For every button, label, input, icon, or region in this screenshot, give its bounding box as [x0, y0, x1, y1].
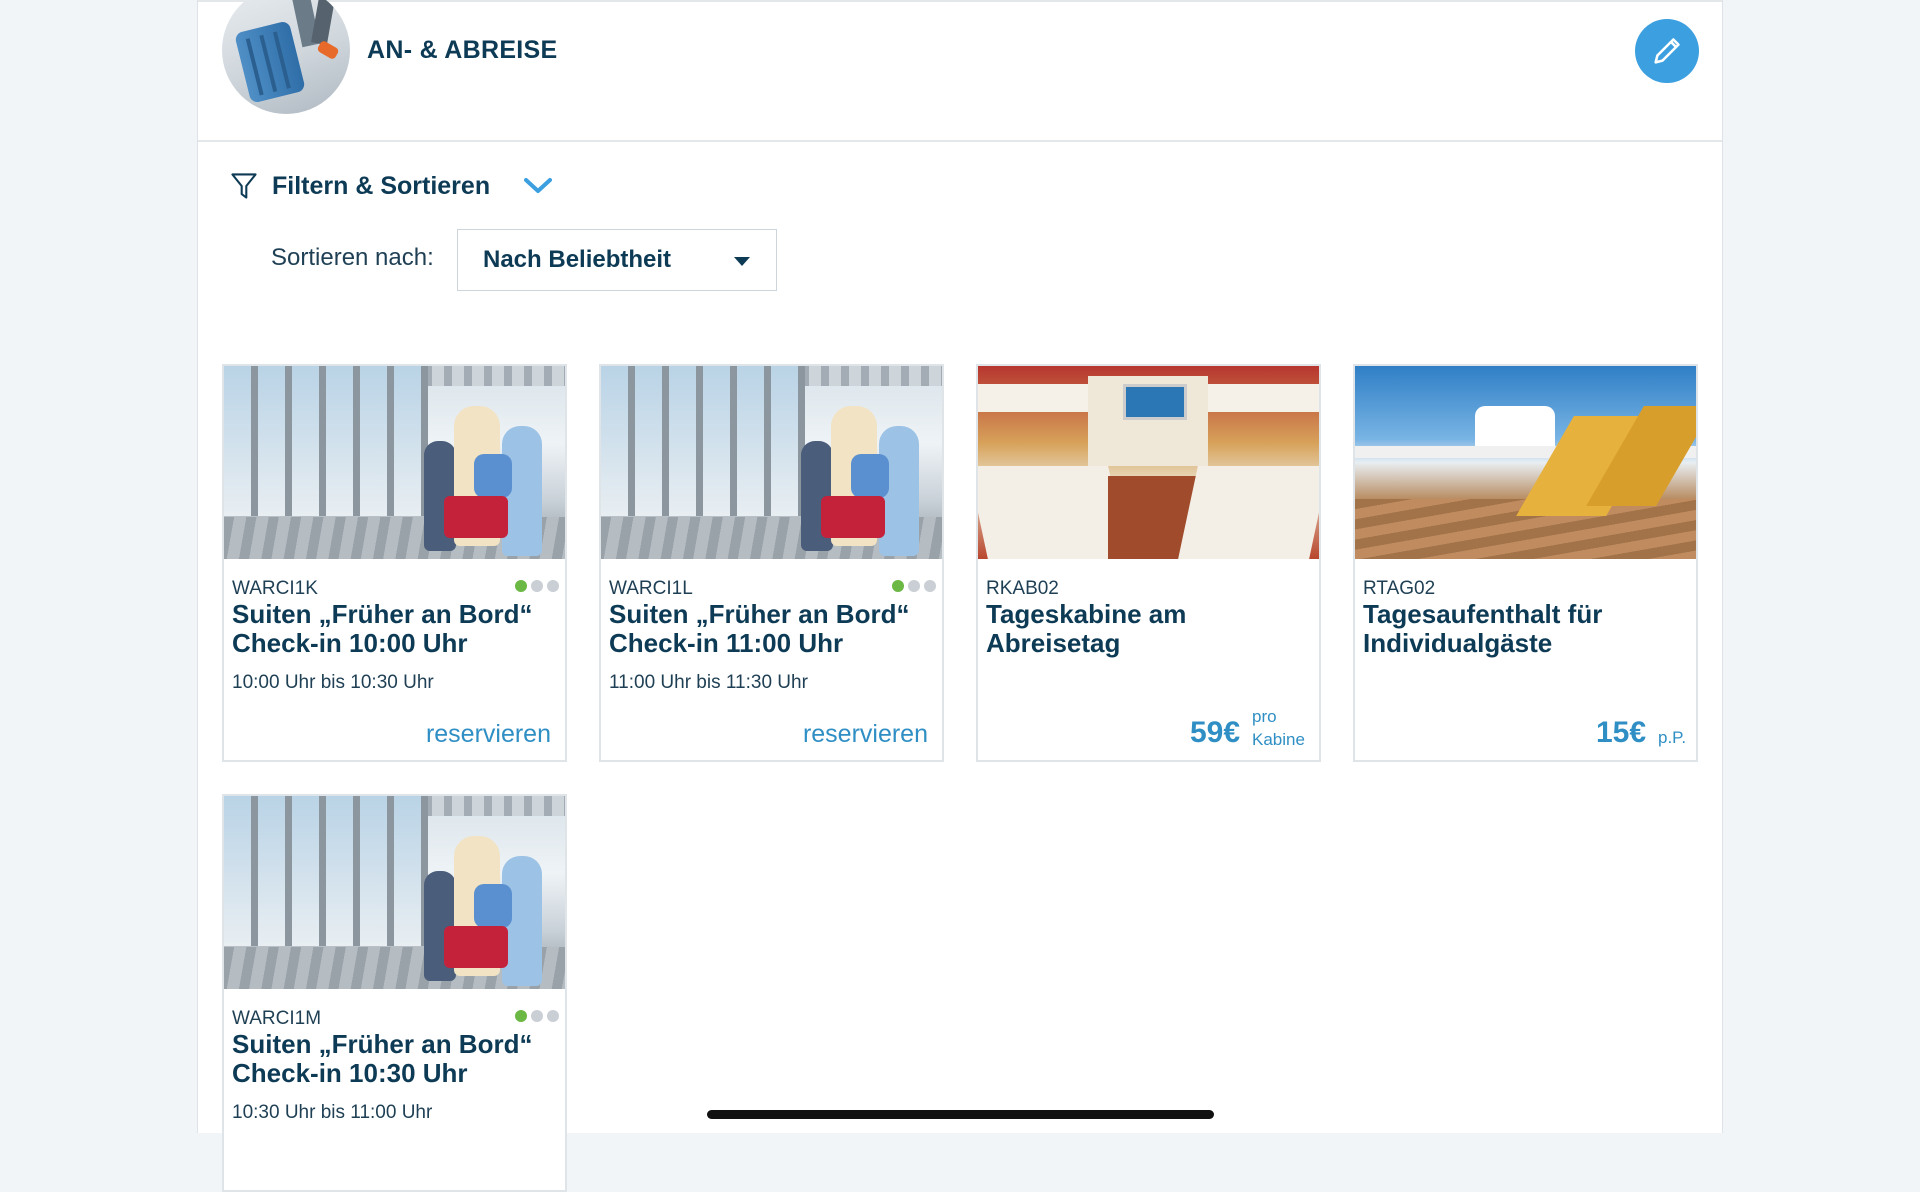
section-title: AN- & ABREISE — [367, 36, 558, 64]
offer-time: 11:00 Uhr bis 11:30 Uhr — [609, 672, 808, 693]
availability-indicator — [892, 580, 936, 592]
filter-toggle[interactable]: Filtern & Sortieren — [230, 166, 553, 206]
offer-image — [224, 796, 565, 989]
availability-indicator — [515, 1010, 559, 1022]
offer-code: WARCI1M — [232, 1008, 322, 1029]
offer-card[interactable]: RKAB02 Tageskabine am Abreisetag 59€ pro… — [976, 364, 1321, 762]
offer-price: 15€ — [1596, 716, 1647, 749]
price-unit: pro — [1252, 707, 1277, 726]
offer-code: WARCI1L — [609, 578, 693, 599]
offer-card[interactable]: WARCI1L Suiten „Früher an Bord“ Check-in… — [599, 364, 944, 762]
offer-card[interactable]: WARCI1M Suiten „Früher an Bord“ Check-in… — [222, 794, 567, 1192]
section-header: AN- & ABREISE — [198, 0, 1722, 142]
offer-title: Suiten „Früher an Bord“ Check-in 10:00 U… — [232, 599, 533, 658]
sort-dropdown[interactable]: Nach Beliebtheit — [457, 229, 777, 291]
offer-time: 10:00 Uhr bis 10:30 Uhr — [232, 672, 434, 693]
offer-code: WARCI1K — [232, 578, 318, 599]
offer-title: Tagesaufenthalt für Individualgäste — [1363, 599, 1603, 658]
sort-label: Sortieren nach: — [271, 244, 434, 271]
price-unit: Kabine — [1252, 730, 1305, 749]
offer-image — [1355, 366, 1696, 559]
filter-label: Filtern & Sortieren — [272, 171, 491, 200]
availability-indicator — [515, 580, 559, 592]
offer-code: RKAB02 — [986, 578, 1059, 599]
pencil-icon — [1654, 38, 1680, 64]
offer-title: Suiten „Früher an Bord“ Check-in 10:30 U… — [232, 1029, 533, 1088]
offer-image — [601, 366, 942, 559]
offer-code: RTAG02 — [1363, 578, 1436, 599]
offer-title: Tageskabine am Abreisetag — [986, 599, 1187, 658]
travel-avatar-image — [222, 0, 350, 114]
offer-image — [978, 366, 1319, 559]
offer-image — [224, 366, 565, 559]
price-unit: p.P. — [1658, 728, 1687, 747]
offer-time: 10:30 Uhr bis 11:00 Uhr — [232, 1102, 433, 1123]
funnel-icon — [231, 173, 257, 199]
sort-selected-value: Nach Beliebtheit — [483, 246, 672, 273]
reserve-link[interactable]: reservieren — [803, 720, 928, 749]
edit-button[interactable] — [1635, 19, 1699, 83]
content-panel: AN- & ABREISE Filtern & Sortieren Sortie… — [197, 0, 1723, 1192]
caret-down-icon — [734, 257, 750, 266]
offer-card[interactable]: WARCI1K Suiten „Früher an Bord“ Check-in… — [222, 364, 567, 762]
home-indicator[interactable] — [707, 1110, 1214, 1119]
offer-title: Suiten „Früher an Bord“ Check-in 11:00 U… — [609, 599, 910, 658]
offer-card[interactable]: RTAG02 Tagesaufenthalt für Individualgäs… — [1353, 364, 1698, 762]
reserve-link[interactable]: reservieren — [426, 720, 551, 749]
chevron-down-icon[interactable] — [524, 177, 553, 195]
offer-price: 59€ — [1190, 716, 1241, 749]
